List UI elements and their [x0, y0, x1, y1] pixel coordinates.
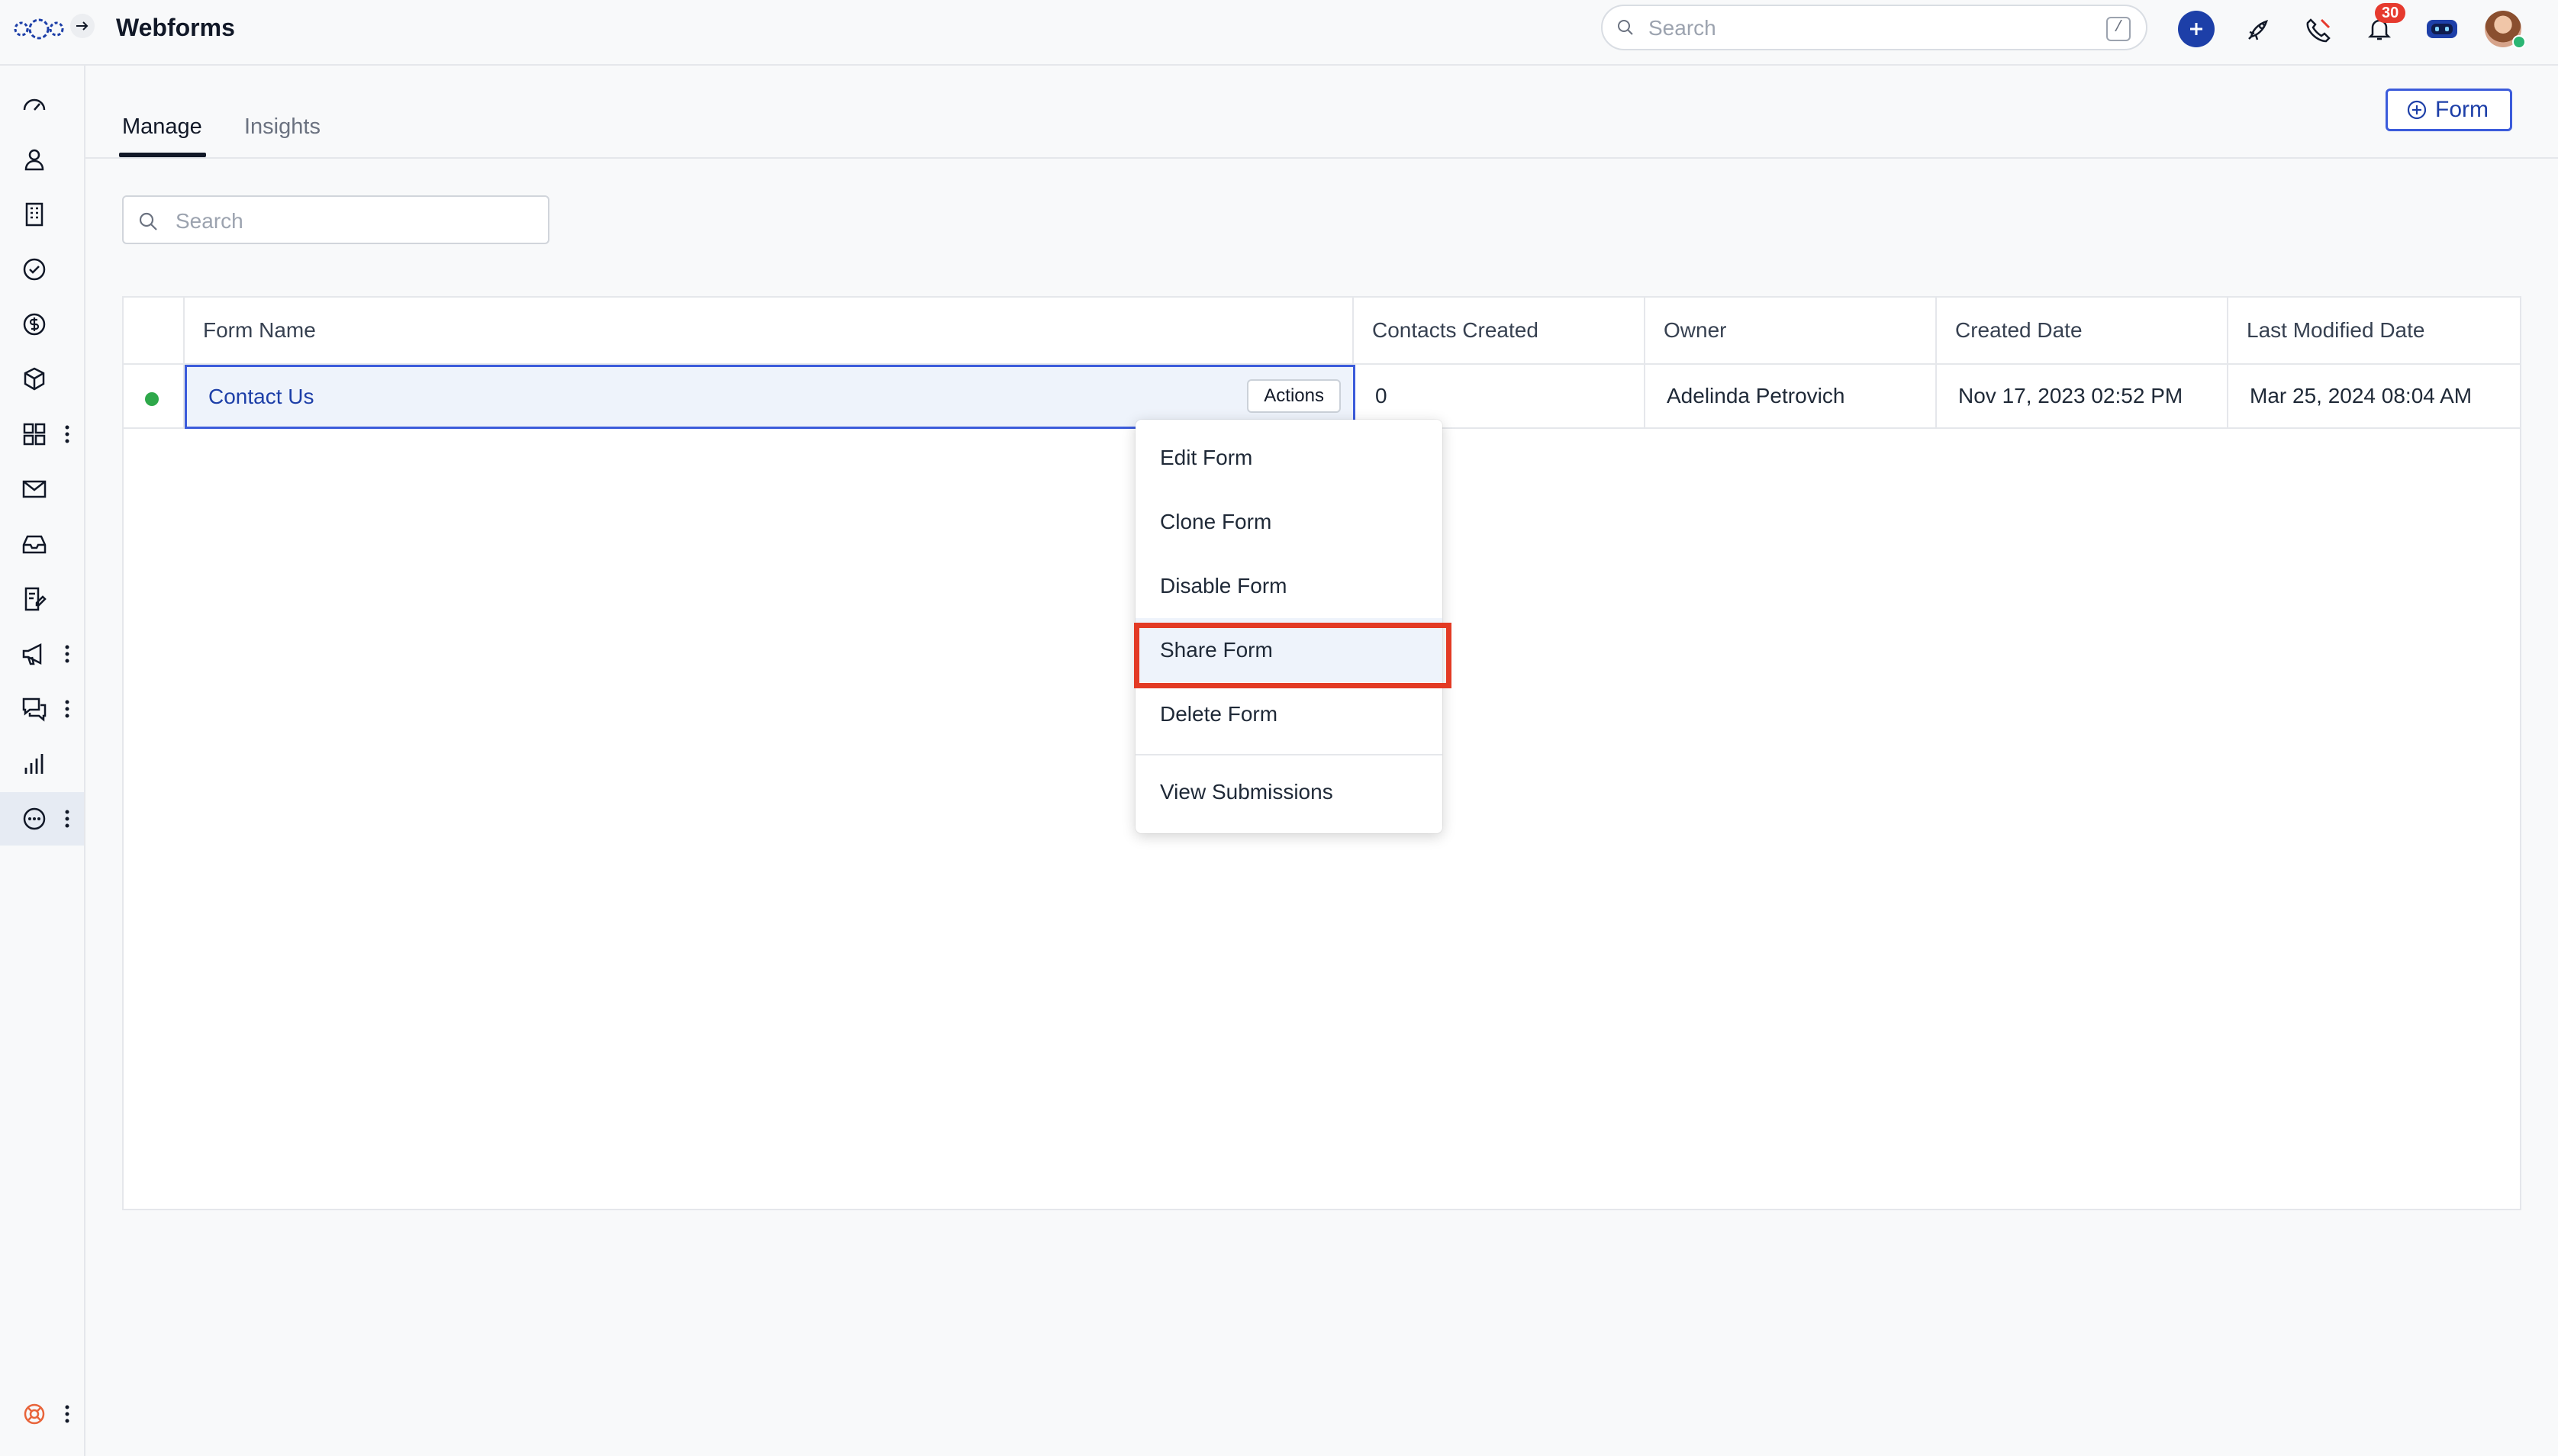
quick-add-button[interactable] — [2178, 11, 2215, 47]
sidebar-item-dashboard[interactable] — [0, 78, 84, 131]
sidebar-item-companies[interactable] — [0, 188, 84, 241]
sidebar-item-email[interactable] — [0, 462, 84, 516]
forms-search-input[interactable] — [174, 206, 536, 237]
app-logo[interactable] — [14, 15, 64, 43]
sidebar-item-tasks[interactable] — [0, 243, 84, 296]
sidebar-item-products[interactable] — [0, 353, 84, 406]
inbox-icon — [22, 535, 47, 554]
reports-icon — [24, 754, 43, 774]
column-header-contacts-created[interactable]: Contacts Created — [1354, 298, 1645, 365]
status-column-header — [124, 298, 185, 365]
add-form-label: Form — [2435, 97, 2489, 122]
form-name-link[interactable]: Contact Us — [208, 385, 314, 408]
phone-off-icon — [2306, 18, 2331, 43]
search-icon — [139, 212, 157, 230]
sidebar-item-more[interactable] — [0, 792, 84, 846]
email-icon — [22, 480, 47, 498]
column-header-form-name[interactable]: Form Name — [185, 298, 1354, 365]
phone-button[interactable] — [2300, 11, 2337, 47]
plus-icon — [2190, 23, 2202, 35]
add-form-button[interactable]: Form — [2386, 89, 2512, 131]
forms-search[interactable] — [122, 195, 549, 244]
plus-circle-icon — [2407, 100, 2427, 120]
sidebar-item-help[interactable] — [0, 1387, 84, 1441]
more-vertical-icon[interactable] — [64, 1404, 70, 1424]
more-vertical-icon[interactable] — [64, 809, 70, 829]
sidebar-item-contacts[interactable] — [0, 133, 84, 186]
forms-icon — [24, 587, 47, 611]
sidebar-item-apps[interactable] — [0, 407, 84, 461]
online-status-indicator — [2512, 35, 2526, 49]
more-vertical-icon[interactable] — [64, 699, 70, 719]
menu-item-view-submissions[interactable]: View Submissions — [1136, 760, 1442, 824]
top-bar: Webforms / 30 — [0, 0, 2558, 66]
companies-icon — [25, 202, 43, 227]
menu-divider — [1136, 754, 1442, 755]
sidebar-item-inbox[interactable] — [0, 517, 84, 571]
search-icon — [1618, 20, 1633, 35]
sidebar-item-reports[interactable] — [0, 737, 84, 791]
column-header-last-modified-date[interactable]: Last Modified Date — [2228, 298, 2520, 365]
table-row-modified-date-cell: Mar 25, 2024 08:04 AM — [2228, 365, 2520, 429]
menu-item-delete-form[interactable]: Delete Form — [1136, 682, 1442, 746]
bot-icon — [2427, 20, 2457, 38]
menu-item-clone-form[interactable]: Clone Form — [1136, 490, 1442, 554]
sidebar — [0, 66, 85, 1456]
tasks-icon — [23, 258, 46, 281]
sidebar-item-conversations[interactable] — [0, 682, 84, 736]
rocket-button[interactable] — [2241, 11, 2277, 47]
products-icon — [24, 367, 45, 391]
lifebuoy-icon — [24, 1403, 45, 1425]
more-vertical-icon[interactable] — [64, 424, 70, 444]
megaphone-icon — [22, 643, 42, 665]
dashboard-icon — [23, 98, 46, 111]
apps-icon — [23, 423, 46, 446]
global-search[interactable]: / — [1601, 5, 2147, 50]
assistant-button[interactable] — [2424, 11, 2460, 47]
table-row-owner-cell: Adelinda Petrovich — [1645, 365, 1937, 429]
menu-item-edit-form[interactable]: Edit Form — [1136, 426, 1442, 490]
tab-manage[interactable]: Manage — [122, 114, 202, 140]
chat-icon — [22, 697, 47, 722]
contacts-icon — [24, 149, 44, 171]
global-search-input[interactable] — [1647, 14, 2077, 43]
column-header-owner[interactable]: Owner — [1645, 298, 1937, 365]
app-title: Webforms — [116, 14, 235, 41]
sidebar-item-marketing[interactable] — [0, 627, 84, 681]
menu-item-disable-form[interactable]: Disable Form — [1136, 554, 1442, 618]
search-shortcut-hint: / — [2106, 17, 2131, 41]
tab-insights[interactable]: Insights — [244, 114, 321, 140]
menu-item-share-form[interactable]: Share Form — [1136, 618, 1442, 682]
tabs-divider — [85, 157, 2558, 159]
sidebar-item-forms[interactable] — [0, 572, 84, 626]
actions-menu: Edit Form Clone Form Disable Form Share … — [1136, 420, 1442, 833]
rocket-icon — [2248, 20, 2268, 40]
actions-button[interactable]: Actions — [1247, 379, 1341, 413]
active-status-dot — [145, 392, 159, 406]
more-icon — [23, 807, 46, 830]
column-header-created-date[interactable]: Created Date — [1937, 298, 2228, 365]
table-row-created-date-cell: Nov 17, 2023 02:52 PM — [1937, 365, 2228, 429]
notification-badge: 30 — [2375, 3, 2406, 23]
arrow-right-icon — [76, 21, 89, 31]
expand-sidebar-button[interactable] — [70, 14, 95, 38]
sidebar-item-deals[interactable] — [0, 298, 84, 351]
more-vertical-icon[interactable] — [64, 644, 70, 664]
deals-icon — [23, 313, 46, 336]
